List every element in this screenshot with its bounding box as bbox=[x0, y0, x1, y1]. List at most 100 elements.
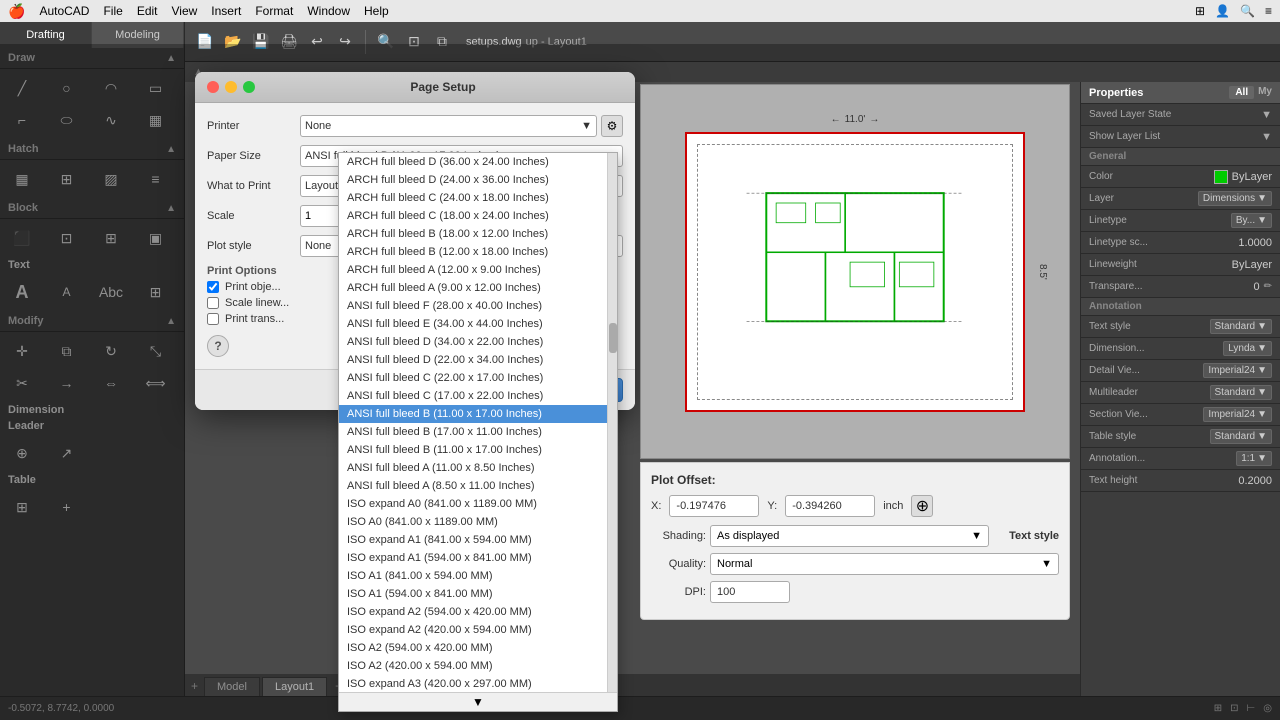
saved-layer-state-row[interactable]: Saved Layer State ▼ bbox=[1081, 104, 1280, 126]
dropdown-item-6[interactable]: ARCH full bleed A (12.00 x 9.00 Inches) bbox=[339, 261, 617, 279]
dropdown-item-16[interactable]: ANSI full bleed B (11.00 x 17.00 Inches) bbox=[339, 441, 617, 459]
menu-format[interactable]: Format bbox=[255, 4, 293, 18]
dropdown-item-2[interactable]: ARCH full bleed C (24.00 x 18.00 Inches) bbox=[339, 189, 617, 207]
menu-edit[interactable]: Edit bbox=[137, 4, 158, 18]
dropdown-item-4[interactable]: ARCH full bleed B (18.00 x 12.00 Inches) bbox=[339, 225, 617, 243]
menu-autocad[interactable]: AutoCAD bbox=[39, 4, 89, 18]
print-preview-area: ← 11.0' → 8.5' bbox=[640, 84, 1070, 459]
layer-value: Dimensions bbox=[1203, 193, 1255, 204]
text-style-chevron-icon: ▼ bbox=[1257, 321, 1267, 332]
color-value: ByLayer bbox=[1232, 171, 1272, 183]
plot-offset-label: Plot Offset: bbox=[651, 473, 1059, 487]
menu-help[interactable]: Help bbox=[364, 4, 389, 18]
menu-file[interactable]: File bbox=[103, 4, 122, 18]
layer-dropdown[interactable]: Dimensions ▼ bbox=[1198, 191, 1272, 206]
properties-header: Properties All My bbox=[1081, 82, 1280, 104]
dropdown-item-31[interactable]: ISO A3 (420.00 x 297.00 MM) bbox=[339, 711, 617, 712]
dropdown-item-11[interactable]: ANSI full bleed D (22.00 x 34.00 Inches) bbox=[339, 351, 617, 369]
apple-menu[interactable]: 🍎 bbox=[8, 3, 25, 20]
detail-view-dropdown[interactable]: Imperial24 ▼ bbox=[1203, 363, 1272, 378]
dropdown-item-24[interactable]: ISO A1 (594.00 x 841.00 MM) bbox=[339, 585, 617, 603]
dropdown-item-9[interactable]: ANSI full bleed E (34.00 x 44.00 Inches) bbox=[339, 315, 617, 333]
printer-select[interactable]: None ▼ bbox=[300, 115, 597, 137]
dimension-row: Dimension... Lynda ▼ bbox=[1081, 338, 1280, 360]
dropdown-item-7[interactable]: ARCH full bleed A (9.00 x 12.00 Inches) bbox=[339, 279, 617, 297]
print-objects-checkbox[interactable] bbox=[207, 281, 219, 293]
maximize-button[interactable] bbox=[243, 81, 255, 93]
quality-select[interactable]: Normal ▼ bbox=[710, 553, 1059, 575]
minimize-button[interactable] bbox=[225, 81, 237, 93]
all-tab[interactable]: All bbox=[1229, 86, 1254, 99]
dropdown-item-3[interactable]: ARCH full bleed C (18.00 x 24.00 Inches) bbox=[339, 207, 617, 225]
dropdown-item-26[interactable]: ISO expand A2 (420.00 x 594.00 MM) bbox=[339, 621, 617, 639]
dropdown-item-15[interactable]: ANSI full bleed B (17.00 x 11.00 Inches) bbox=[339, 423, 617, 441]
dropdown-item-14[interactable]: ANSI full bleed B (11.00 x 17.00 Inches) bbox=[339, 405, 617, 423]
dropdown-item-1[interactable]: ARCH full bleed D (24.00 x 36.00 Inches) bbox=[339, 171, 617, 189]
dropdown-item-21[interactable]: ISO expand A1 (841.00 x 594.00 MM) bbox=[339, 531, 617, 549]
text-style-dropdown[interactable]: Standard ▼ bbox=[1210, 319, 1273, 334]
section-view-label: Section Vie... bbox=[1089, 409, 1148, 420]
text-style-row: Text style Standard ▼ bbox=[1081, 316, 1280, 338]
general-section-header: General bbox=[1081, 148, 1280, 166]
dropdown-item-17[interactable]: ANSI full bleed A (11.00 x 8.50 Inches) bbox=[339, 459, 617, 477]
dropdown-item-25[interactable]: ISO expand A2 (594.00 x 420.00 MM) bbox=[339, 603, 617, 621]
show-layer-list-row[interactable]: Show Layer List ▼ bbox=[1081, 126, 1280, 148]
center-to-page-button[interactable]: ⊕ bbox=[911, 495, 933, 517]
dpi-input[interactable] bbox=[710, 581, 790, 603]
dropdown-item-23[interactable]: ISO A1 (841.00 x 594.00 MM) bbox=[339, 567, 617, 585]
menu-icon: ≡ bbox=[1265, 4, 1272, 18]
transparency-row: Transpare... 0 ✏ bbox=[1081, 276, 1280, 298]
annotation-scale-dropdown[interactable]: 1:1 ▼ bbox=[1236, 451, 1272, 466]
y-offset-input[interactable] bbox=[785, 495, 875, 517]
dialog-titlebar: Page Setup bbox=[195, 72, 635, 103]
table-style-dropdown[interactable]: Standard ▼ bbox=[1210, 429, 1273, 444]
linetype-dropdown[interactable]: By... ▼ bbox=[1231, 213, 1272, 228]
dropdown-item-0[interactable]: ARCH full bleed D (36.00 x 24.00 Inches) bbox=[339, 153, 617, 171]
my-tab[interactable]: My bbox=[1258, 86, 1272, 99]
menu-view[interactable]: View bbox=[172, 4, 198, 18]
dropdown-item-27[interactable]: ISO A2 (594.00 x 420.00 MM) bbox=[339, 639, 617, 657]
printer-settings-icon[interactable]: ⚙ bbox=[601, 115, 623, 137]
text-style-label: Text style bbox=[1089, 321, 1131, 332]
multileader-chevron-icon: ▼ bbox=[1257, 387, 1267, 398]
linetype-scale-label: Linetype sc... bbox=[1089, 237, 1148, 248]
dropdown-item-12[interactable]: ANSI full bleed C (22.00 x 17.00 Inches) bbox=[339, 369, 617, 387]
dimension-dropdown[interactable]: Lynda ▼ bbox=[1223, 341, 1272, 356]
autocad-workspace: Drafting Modeling Draw ▲ ╱ ○ ◠ ▭ ⌐ ⬭ ∿ ▦… bbox=[0, 22, 1280, 720]
dropdown-item-29[interactable]: ISO expand A3 (420.00 x 297.00 MM) bbox=[339, 675, 617, 693]
traffic-lights bbox=[207, 81, 255, 93]
section-view-dropdown[interactable]: Imperial24 ▼ bbox=[1203, 407, 1272, 422]
close-button[interactable] bbox=[207, 81, 219, 93]
shading-select[interactable]: As displayed ▼ bbox=[710, 525, 989, 547]
scale-lineweights-label: Scale linew... bbox=[225, 297, 289, 309]
dropdown-item-18[interactable]: ANSI full bleed A (8.50 x 11.00 Inches) bbox=[339, 477, 617, 495]
transparency-value: 0 bbox=[1253, 281, 1259, 293]
dropdown-scroll-down[interactable]: ▼ bbox=[339, 692, 617, 711]
help-button[interactable]: ? bbox=[207, 335, 229, 357]
transparency-edit-icon[interactable]: ✏ bbox=[1264, 281, 1272, 292]
multileader-dropdown[interactable]: Standard ▼ bbox=[1210, 385, 1273, 400]
dropdown-item-19[interactable]: ISO expand A0 (841.00 x 1189.00 MM) bbox=[339, 495, 617, 513]
dpi-row: DPI: bbox=[651, 581, 1059, 603]
dropdown-item-8[interactable]: ANSI full bleed F (28.00 x 40.00 Inches) bbox=[339, 297, 617, 315]
dropdown-item-28[interactable]: ISO A2 (420.00 x 594.00 MM) bbox=[339, 657, 617, 675]
color-row: Color ByLayer bbox=[1081, 166, 1280, 188]
color-label: Color bbox=[1089, 171, 1113, 182]
right-properties-panel: Properties All My Saved Layer State ▼ Sh… bbox=[1080, 82, 1280, 696]
menu-insert[interactable]: Insert bbox=[211, 4, 241, 18]
printer-label: Printer bbox=[207, 120, 292, 132]
paper-size-dropdown-list[interactable]: ARCH full bleed D (36.00 x 24.00 Inches)… bbox=[338, 152, 618, 712]
scale-lineweights-checkbox[interactable] bbox=[207, 297, 219, 309]
dropdown-item-10[interactable]: ANSI full bleed D (34.00 x 22.00 Inches) bbox=[339, 333, 617, 351]
print-transparency-checkbox[interactable] bbox=[207, 313, 219, 325]
x-offset-input[interactable] bbox=[669, 495, 759, 517]
dropdown-item-20[interactable]: ISO A0 (841.00 x 1189.00 MM) bbox=[339, 513, 617, 531]
text-height-row: Text height 0.2000 bbox=[1081, 470, 1280, 492]
text-height-label: Text height bbox=[1089, 475, 1137, 486]
dropdown-item-13[interactable]: ANSI full bleed C (17.00 x 22.00 Inches) bbox=[339, 387, 617, 405]
dropdown-item-5[interactable]: ARCH full bleed B (12.00 x 18.00 Inches) bbox=[339, 243, 617, 261]
menu-window[interactable]: Window bbox=[307, 4, 350, 18]
section-view-chevron-icon: ▼ bbox=[1257, 409, 1267, 420]
dropdown-item-22[interactable]: ISO expand A1 (594.00 x 841.00 MM) bbox=[339, 549, 617, 567]
y-label: Y: bbox=[767, 500, 777, 512]
